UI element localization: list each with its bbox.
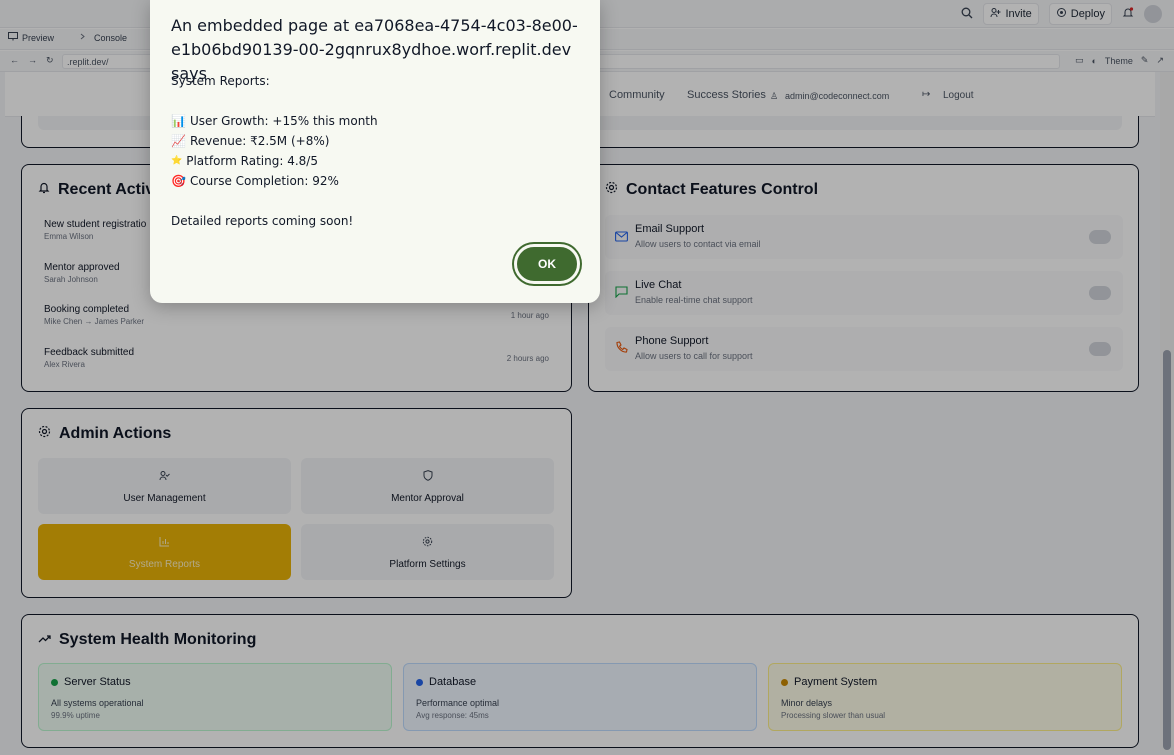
ok-button[interactable]: OK	[514, 244, 580, 284]
report-text: User Growth: +15% this month	[189, 114, 378, 128]
dialog-spacer	[171, 91, 378, 111]
report-line: 📈 Revenue: ₹2.5M (+8%)	[171, 131, 378, 151]
star-emoji-icon: ⭐	[171, 156, 183, 166]
target-emoji-icon: 🎯	[171, 174, 186, 188]
dialog-body: System Reports: 📊 User Growth: +15% this…	[171, 71, 378, 231]
report-line: ⭐ Platform Rating: 4.8/5	[171, 151, 378, 171]
report-text: Platform Rating: 4.8/5	[186, 154, 318, 168]
bar-chart-emoji-icon: 📊	[171, 114, 186, 128]
report-line: 📊 User Growth: +15% this month	[171, 111, 378, 131]
dialog-footer: Detailed reports coming soon!	[171, 214, 354, 228]
report-line: 🎯 Course Completion: 92%	[171, 171, 378, 191]
dialog-spacer	[171, 191, 378, 211]
dialog-heading: System Reports:	[171, 74, 270, 88]
report-text: Revenue: ₹2.5M (+8%)	[189, 134, 330, 148]
alert-dialog: An embedded page at ea7068ea-4754-4c03-8…	[150, 0, 600, 303]
trend-emoji-icon: 📈	[171, 134, 186, 148]
report-text: Course Completion: 92%	[189, 174, 339, 188]
